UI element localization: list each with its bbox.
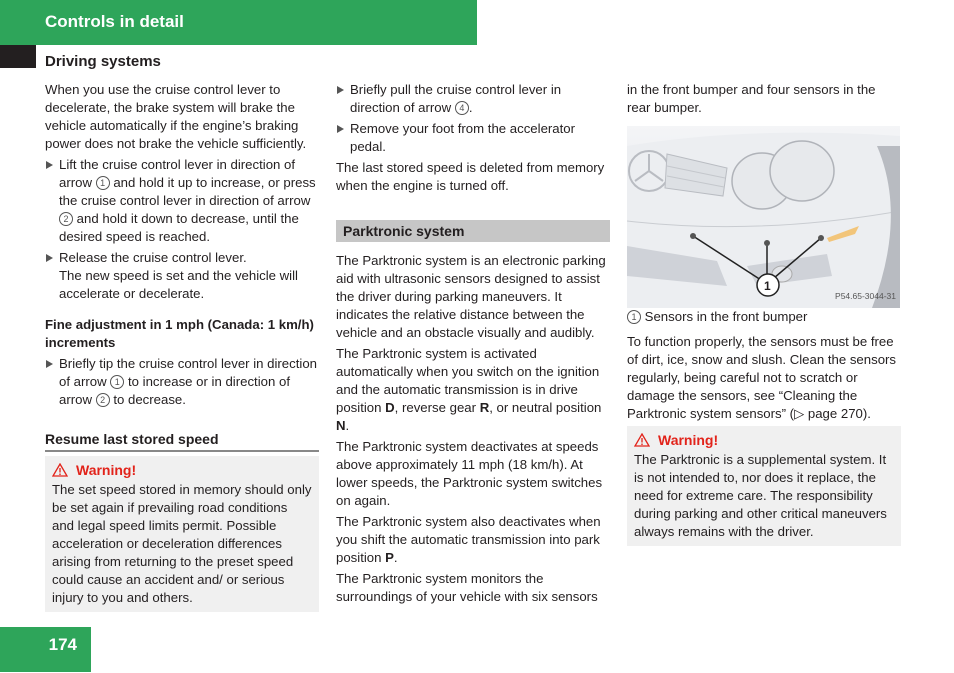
arrow-number-icon: 2 bbox=[59, 212, 73, 226]
chapter-title: Controls in detail bbox=[45, 12, 184, 31]
column-3: in the front bumper and four sensors in … bbox=[627, 81, 901, 546]
warning-label: Warning! bbox=[76, 462, 137, 478]
step-pull-lever: Briefly pull the cruise control lever in… bbox=[336, 81, 610, 117]
step-release-lever: Release the cruise control lever. The ne… bbox=[45, 249, 319, 303]
sensors-continued: in the front bumper and four sensors in … bbox=[627, 82, 876, 115]
column-2: Briefly pull the cruise control lever in… bbox=[336, 81, 610, 609]
warning-triangle-icon bbox=[634, 433, 650, 447]
step-remove-foot: Remove your foot from the accelerator pe… bbox=[336, 120, 610, 156]
image-callout-number: 1 bbox=[764, 279, 771, 293]
warning-text: The Parktronic is a supplemental system.… bbox=[634, 452, 887, 539]
step-fine-adjust: Briefly tip the cruise control lever in … bbox=[45, 355, 319, 409]
image-code: P54.65-3044-31 bbox=[835, 291, 896, 301]
parktronic-speed: The Parktronic system deactivates at spe… bbox=[336, 439, 603, 508]
parktronic-intro: The Parktronic system is an electronic p… bbox=[336, 253, 606, 340]
warning-box-parktronic: Warning! The Parktronic is a supplementa… bbox=[627, 426, 901, 546]
memory-note: The last stored speed is deleted from me… bbox=[336, 160, 605, 193]
step-adjust-speed: Lift the cruise control lever in directi… bbox=[45, 156, 319, 246]
arrow-number-icon: 2 bbox=[95, 393, 110, 407]
page-number-box: 174 bbox=[0, 627, 91, 672]
section-marker bbox=[0, 45, 36, 68]
callout-number-icon: 1 bbox=[627, 310, 641, 324]
warning-triangle-icon bbox=[52, 463, 68, 477]
warning-box: Warning! The set speed stored in memory … bbox=[45, 456, 319, 612]
warning-label: Warning! bbox=[658, 432, 719, 448]
resume-heading: Resume last stored speed bbox=[45, 430, 319, 452]
section-title: Driving systems bbox=[45, 53, 161, 70]
arrow-number-icon: 1 bbox=[110, 375, 125, 389]
arrow-number-icon: 4 bbox=[454, 101, 469, 115]
arrow-number-icon: 1 bbox=[95, 176, 110, 190]
warning-text: The set speed stored in memory should on… bbox=[52, 482, 312, 605]
column-1: When you use the cruise control lever to… bbox=[45, 81, 319, 612]
parktronic-park: The Parktronic system also deactivates w… bbox=[336, 514, 601, 565]
sensor-cleaning-paragraph: To function properly, the sensors must b… bbox=[627, 334, 897, 421]
parktronic-sensors: The Parktronic system monitors the surro… bbox=[336, 571, 598, 604]
image-caption: 1 Sensors in the front bumper bbox=[627, 308, 901, 326]
fine-adjust-heading: Fine adjustment in 1 mph (Canada: 1 km/h… bbox=[45, 317, 314, 350]
page-number: 174 bbox=[48, 635, 77, 654]
chapter-header: Controls in detail bbox=[0, 0, 477, 45]
parktronic-activation: The Parktronic system is activated autom… bbox=[336, 346, 602, 433]
parktronic-heading: Parktronic system bbox=[336, 220, 610, 242]
car-bumper-image: 1 P54.65-3044-31 bbox=[627, 126, 900, 308]
intro-paragraph: When you use the cruise control lever to… bbox=[45, 82, 307, 151]
